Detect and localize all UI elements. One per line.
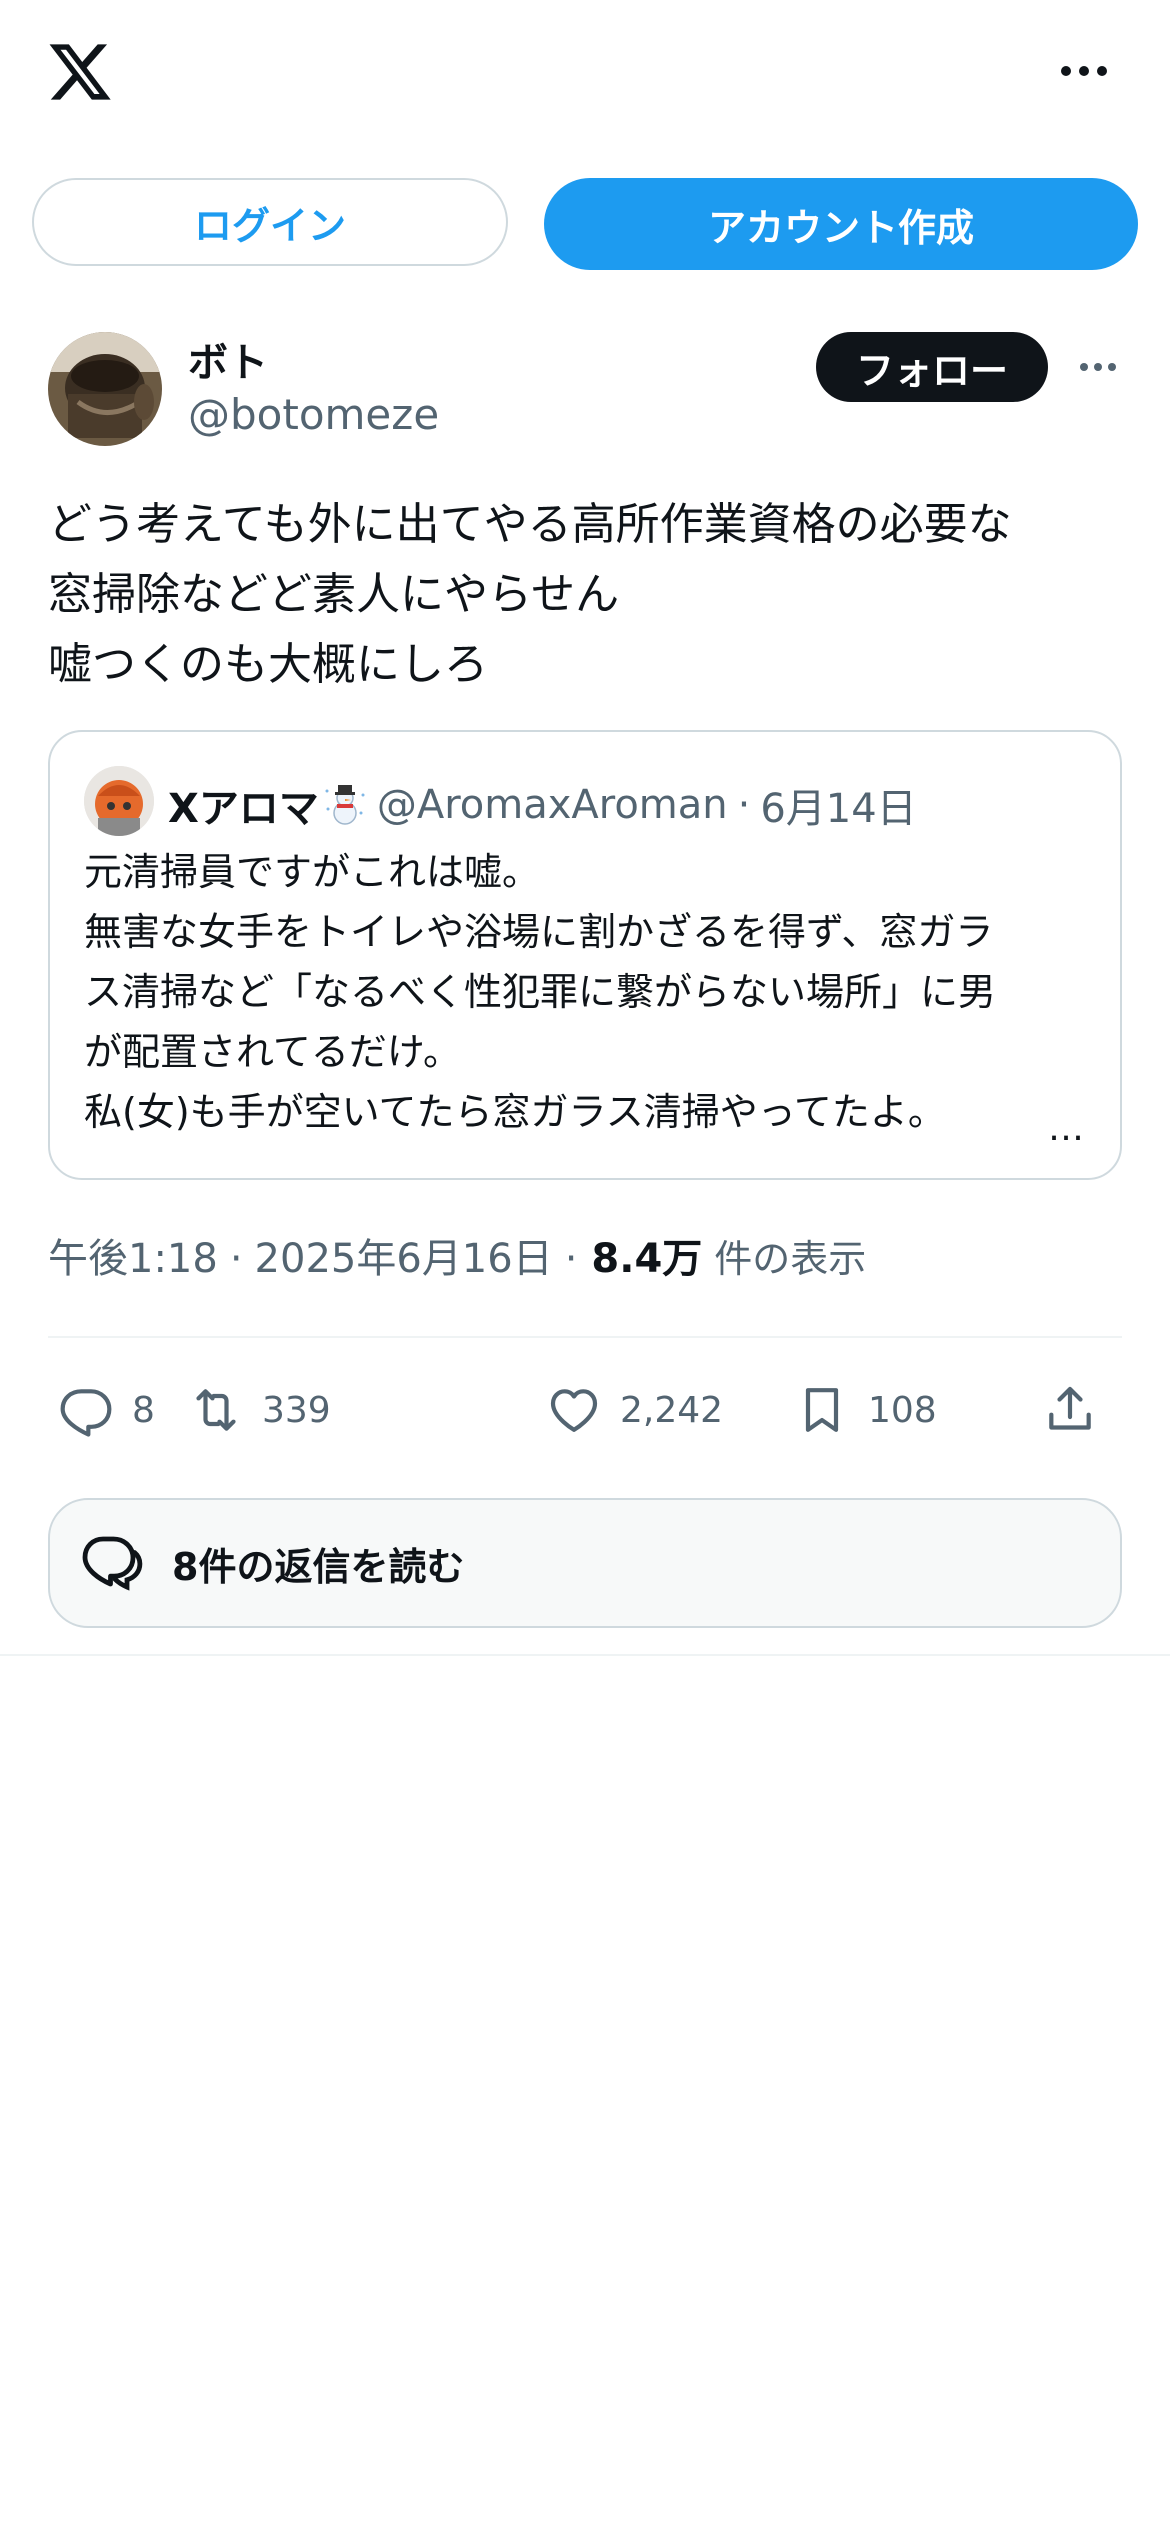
view-count: 8.4万 bbox=[591, 1236, 703, 1282]
top-bar bbox=[0, 0, 1170, 150]
auth-buttons: ログイン アカウント作成 bbox=[32, 178, 1138, 270]
tweet-date[interactable]: 2025年6月16日 bbox=[255, 1226, 553, 1284]
chat-bubbles-icon bbox=[82, 1536, 143, 1591]
follow-button[interactable]: フォロー bbox=[816, 332, 1048, 402]
repost-count: 339 bbox=[262, 1389, 331, 1431]
quoted-author-handle: @AromaxAroman bbox=[376, 782, 728, 828]
reply-count: 8 bbox=[132, 1389, 155, 1431]
meta-separator: · bbox=[229, 1236, 243, 1282]
quoted-text-line: 私(女)も手が空いてたら窓ガラス清掃やってたよ。 bbox=[84, 1090, 946, 1134]
views-label: 件の表示 bbox=[714, 1237, 867, 1281]
repost-button[interactable]: 339 bbox=[188, 1370, 331, 1450]
tweet-page: ログイン アカウント作成 ボト @botomeze フォロー どう考えても外に出… bbox=[0, 0, 1170, 2532]
divider bbox=[48, 1336, 1122, 1338]
quoted-text-line: ス清掃など「なるべく性犯罪に繋がらない場所」に男 bbox=[84, 970, 997, 1014]
read-replies-label: 8件の返信を読む bbox=[172, 1544, 465, 1589]
tweet-text: どう考えても外に出てやる高所作業資格の必要な 窓掃除などど素人にやらせん 嘘つく… bbox=[48, 490, 1128, 700]
read-replies-button[interactable]: 8件の返信を読む bbox=[48, 1498, 1122, 1628]
create-account-button[interactable]: アカウント作成 bbox=[544, 178, 1138, 270]
tweet-meta: 午後1:18 · 2025年6月16日 · 8.4万 件の表示 bbox=[48, 1226, 866, 1284]
author-name[interactable]: ボト bbox=[188, 330, 268, 388]
tweet-text-line: どう考えても外に出てやる高所作業資格の必要な bbox=[48, 499, 1012, 550]
tweet-time[interactable]: 午後1:18 bbox=[48, 1226, 218, 1284]
share-icon bbox=[1049, 1386, 1091, 1430]
reply-button[interactable]: 8 bbox=[58, 1370, 155, 1450]
share-button[interactable] bbox=[1042, 1370, 1116, 1450]
quoted-tweet-card[interactable]: Xアロマ @AromaxAroman · 6月14日 元清掃員ですがこれは嘘。 … bbox=[48, 730, 1122, 1180]
tweet-text-line: 嘘つくのも大概にしろ bbox=[48, 639, 488, 690]
tweet-more-icon[interactable] bbox=[1074, 352, 1122, 382]
repost-icon bbox=[196, 1389, 236, 1431]
more-options-icon[interactable] bbox=[1054, 56, 1114, 86]
bookmark-button[interactable]: 108 bbox=[794, 1370, 937, 1450]
login-button[interactable]: ログイン bbox=[32, 178, 508, 266]
x-logo-icon[interactable] bbox=[44, 38, 116, 106]
quoted-author-name: Xアロマ bbox=[168, 786, 319, 832]
quoted-tweet-text: 元清掃員ですがこれは嘘。 無害な女手をトイレや浴場に割かざるを得ず、窓ガラ ス清… bbox=[84, 842, 1094, 1142]
divider bbox=[0, 1654, 1170, 1656]
tweet-text-line: 窓掃除などど素人にやらせん bbox=[48, 569, 620, 620]
reply-icon bbox=[60, 1389, 112, 1437]
author-avatar[interactable] bbox=[48, 332, 162, 446]
heart-icon bbox=[550, 1389, 598, 1432]
snowman-icon bbox=[325, 785, 365, 825]
quoted-text-line: が配置されてるだけ。 bbox=[84, 1030, 461, 1074]
quoted-text-line: 元清掃員ですがこれは嘘。 bbox=[84, 850, 541, 894]
quoted-text-line: 無害な女手をトイレや浴場に割かざるを得ず、窓ガラ bbox=[84, 910, 994, 954]
meta-separator: · bbox=[564, 1236, 578, 1282]
quoted-tweet-header: Xアロマ @AromaxAroman · 6月14日 bbox=[168, 770, 917, 840]
truncation-ellipsis: … bbox=[1048, 1108, 1084, 1149]
like-count: 2,242 bbox=[620, 1389, 724, 1431]
bookmark-icon bbox=[805, 1388, 839, 1432]
bookmark-count: 108 bbox=[868, 1389, 937, 1431]
author-handle[interactable]: @botomeze bbox=[188, 390, 439, 439]
like-button[interactable]: 2,242 bbox=[546, 1370, 723, 1450]
quoted-tweet-date: 6月14日 bbox=[760, 786, 917, 832]
quoted-author-avatar bbox=[84, 766, 154, 836]
header-separator: · bbox=[737, 782, 751, 828]
tweet-actions: 8 339 2,242 108 bbox=[48, 1370, 1122, 1450]
